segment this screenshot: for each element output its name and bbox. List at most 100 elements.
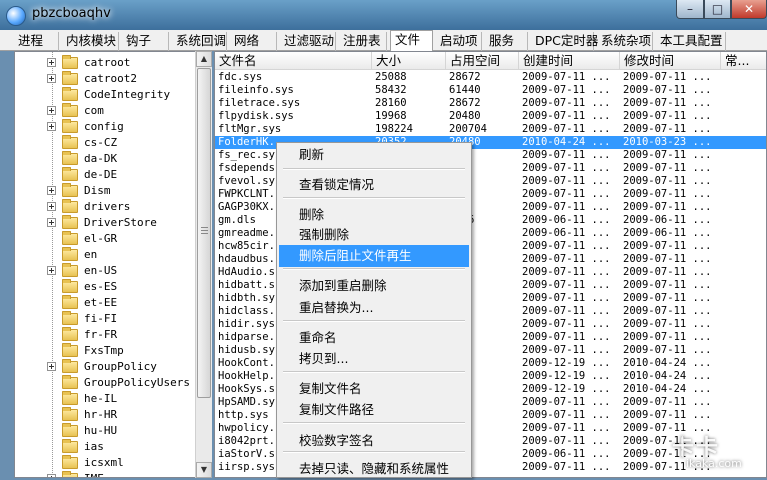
tree-item[interactable]: cs-CZ: [15, 135, 195, 151]
tree-item[interactable]: fr-FR: [15, 327, 195, 343]
folder-icon: [62, 231, 78, 245]
table-cell: 2009-06-11 ...: [623, 214, 712, 226]
tree-item[interactable]: es-ES: [15, 279, 195, 295]
tree-item[interactable]: de-DE: [15, 167, 195, 183]
tree-item[interactable]: catroot2: [15, 71, 195, 87]
tab-0[interactable]: 进程: [14, 32, 59, 51]
context-menu-item[interactable]: 查看锁定情况: [279, 174, 469, 196]
tree-item[interactable]: icsxml: [15, 455, 195, 471]
context-menu-item[interactable]: 删除后阻止文件再生: [279, 245, 469, 267]
table-cell: 2009-07-11 ...: [623, 201, 712, 213]
tree-item[interactable]: hr-HR: [15, 407, 195, 423]
folder-icon: [62, 279, 78, 293]
scroll-up-arrow-icon[interactable]: ▲: [196, 51, 212, 67]
tree-item[interactable]: IME: [15, 471, 195, 477]
folder-icon: [62, 199, 78, 213]
tree-item[interactable]: en-US: [15, 263, 195, 279]
tree-item[interactable]: Dism: [15, 183, 195, 199]
tab-9[interactable]: 服务: [485, 32, 528, 51]
tree-item[interactable]: et-EE: [15, 295, 195, 311]
column-header[interactable]: 文件名: [215, 52, 372, 70]
table-row[interactable]: fileinfo.sys 58432 61440 2009-07-11 ... 2009…: [215, 84, 766, 97]
close-button[interactable]: ✕: [731, 0, 767, 19]
tree-item-label: catroot: [84, 56, 131, 69]
table-cell: 2009-07-11 ...: [522, 461, 611, 473]
context-menu-item[interactable]: 强制删除: [279, 224, 469, 246]
tree-item[interactable]: FxsTmp: [15, 343, 195, 359]
scroll-thumb[interactable]: [197, 68, 211, 398]
context-menu-item[interactable]: 复制文件名: [279, 378, 469, 400]
tree-item[interactable]: DriverStore: [15, 215, 195, 231]
tree-item[interactable]: hu-HU: [15, 423, 195, 439]
column-header[interactable]: 创建时间: [519, 52, 620, 70]
column-header[interactable]: 大小: [372, 52, 446, 70]
tab-4[interactable]: 网络: [230, 32, 277, 51]
table-cell: 2010-04-24 ...: [623, 370, 712, 382]
expand-plus-icon[interactable]: [47, 218, 56, 227]
tree-item-label: he-IL: [84, 392, 118, 405]
tree-item[interactable]: GroupPolicy: [15, 359, 195, 375]
tree-item[interactable]: GroupPolicyUsers: [15, 375, 195, 391]
tree-item-label: cs-CZ: [84, 136, 118, 149]
tab-6[interactable]: 注册表: [339, 32, 387, 51]
tree-item[interactable]: config: [15, 119, 195, 135]
context-menu-item[interactable]: 添加到重启删除: [279, 275, 469, 297]
tab-3[interactable]: 系统回调: [172, 32, 227, 51]
column-header[interactable]: 修改时间: [620, 52, 721, 70]
table-cell: 2009-07-11 ...: [522, 331, 611, 343]
expand-plus-icon[interactable]: [47, 106, 56, 115]
tab-2[interactable]: 钩子: [122, 32, 169, 51]
folder-tree[interactable]: catroot catroot2 CodeIntegrity com config cs-…: [14, 51, 209, 478]
context-menu-item[interactable]: 校验数字签名: [279, 430, 469, 452]
tab-5[interactable]: 过滤驱动: [280, 32, 336, 51]
tab-12[interactable]: 本工具配置: [656, 32, 726, 51]
expand-plus-icon[interactable]: [47, 58, 56, 67]
tree-item[interactable]: catroot: [15, 55, 195, 71]
table-cell: 2010-03-23 ...: [623, 136, 712, 148]
tree-item[interactable]: he-IL: [15, 391, 195, 407]
tree-item[interactable]: da-DK: [15, 151, 195, 167]
table-cell: 2010-04-24 ...: [623, 383, 712, 395]
table-cell: 2009-07-11 ...: [522, 123, 611, 135]
tree-item[interactable]: CodeIntegrity: [15, 87, 195, 103]
tree-item[interactable]: en: [15, 247, 195, 263]
tab-10[interactable]: DPC定时器: [531, 32, 598, 51]
context-menu-item[interactable]: 重启替换为...: [279, 297, 469, 319]
tab-11[interactable]: 系统杂项: [597, 32, 653, 51]
context-menu-item[interactable]: 拷贝到...: [279, 348, 469, 370]
column-header[interactable]: 常...: [721, 52, 766, 70]
table-row[interactable]: flpydisk.sys 19968 20480 2009-07-11 ... 2009…: [215, 110, 766, 123]
minimize-button[interactable]: –: [676, 0, 704, 19]
expand-plus-icon[interactable]: [47, 202, 56, 211]
table-cell: 2009-07-11 ...: [623, 162, 712, 174]
tree-item[interactable]: fi-FI: [15, 311, 195, 327]
table-cell: 2009-07-11 ...: [522, 318, 611, 330]
tree-item[interactable]: drivers: [15, 199, 195, 215]
expand-plus-icon[interactable]: [47, 74, 56, 83]
expand-plus-icon[interactable]: [47, 122, 56, 131]
maximize-button[interactable]: □: [704, 0, 731, 19]
context-menu-item[interactable]: 刷新: [279, 144, 469, 166]
scroll-down-arrow-icon[interactable]: ▼: [196, 462, 212, 478]
tree-scrollbar[interactable]: ▲ ▼: [195, 51, 212, 478]
table-row[interactable]: fltMgr.sys 198224 200704 2009-07-11 ... 2009…: [215, 123, 766, 136]
tree-item[interactable]: ias: [15, 439, 195, 455]
tree-item[interactable]: el-GR: [15, 231, 195, 247]
column-header[interactable]: 占用空间: [446, 52, 519, 70]
tab-1[interactable]: 内核模块: [62, 32, 119, 51]
expand-plus-icon[interactable]: [47, 266, 56, 275]
title-bar[interactable]: pbzcboaqhv – □ ✕: [0, 0, 767, 30]
table-row[interactable]: filetrace.sys 28160 28672 2009-07-11 ... 200…: [215, 97, 766, 110]
context-menu-item[interactable]: 重命名: [279, 327, 469, 349]
table-cell: 2009-07-11 ...: [522, 266, 611, 278]
tab-8[interactable]: 启动项: [436, 32, 482, 51]
expand-plus-icon[interactable]: [47, 362, 56, 371]
context-menu-item[interactable]: 去掉只读、隐藏和系统属性: [279, 458, 469, 480]
tab-7[interactable]: 文件: [390, 30, 433, 51]
context-menu-item[interactable]: 复制文件路径: [279, 399, 469, 421]
tree-item[interactable]: com: [15, 103, 195, 119]
expand-plus-icon[interactable]: [47, 186, 56, 195]
table-row[interactable]: fdc.sys 25088 28672 2009-07-11 ... 2009-07-1…: [215, 71, 766, 84]
context-menu-item[interactable]: 删除: [279, 204, 469, 226]
expand-plus-icon[interactable]: [47, 474, 56, 477]
